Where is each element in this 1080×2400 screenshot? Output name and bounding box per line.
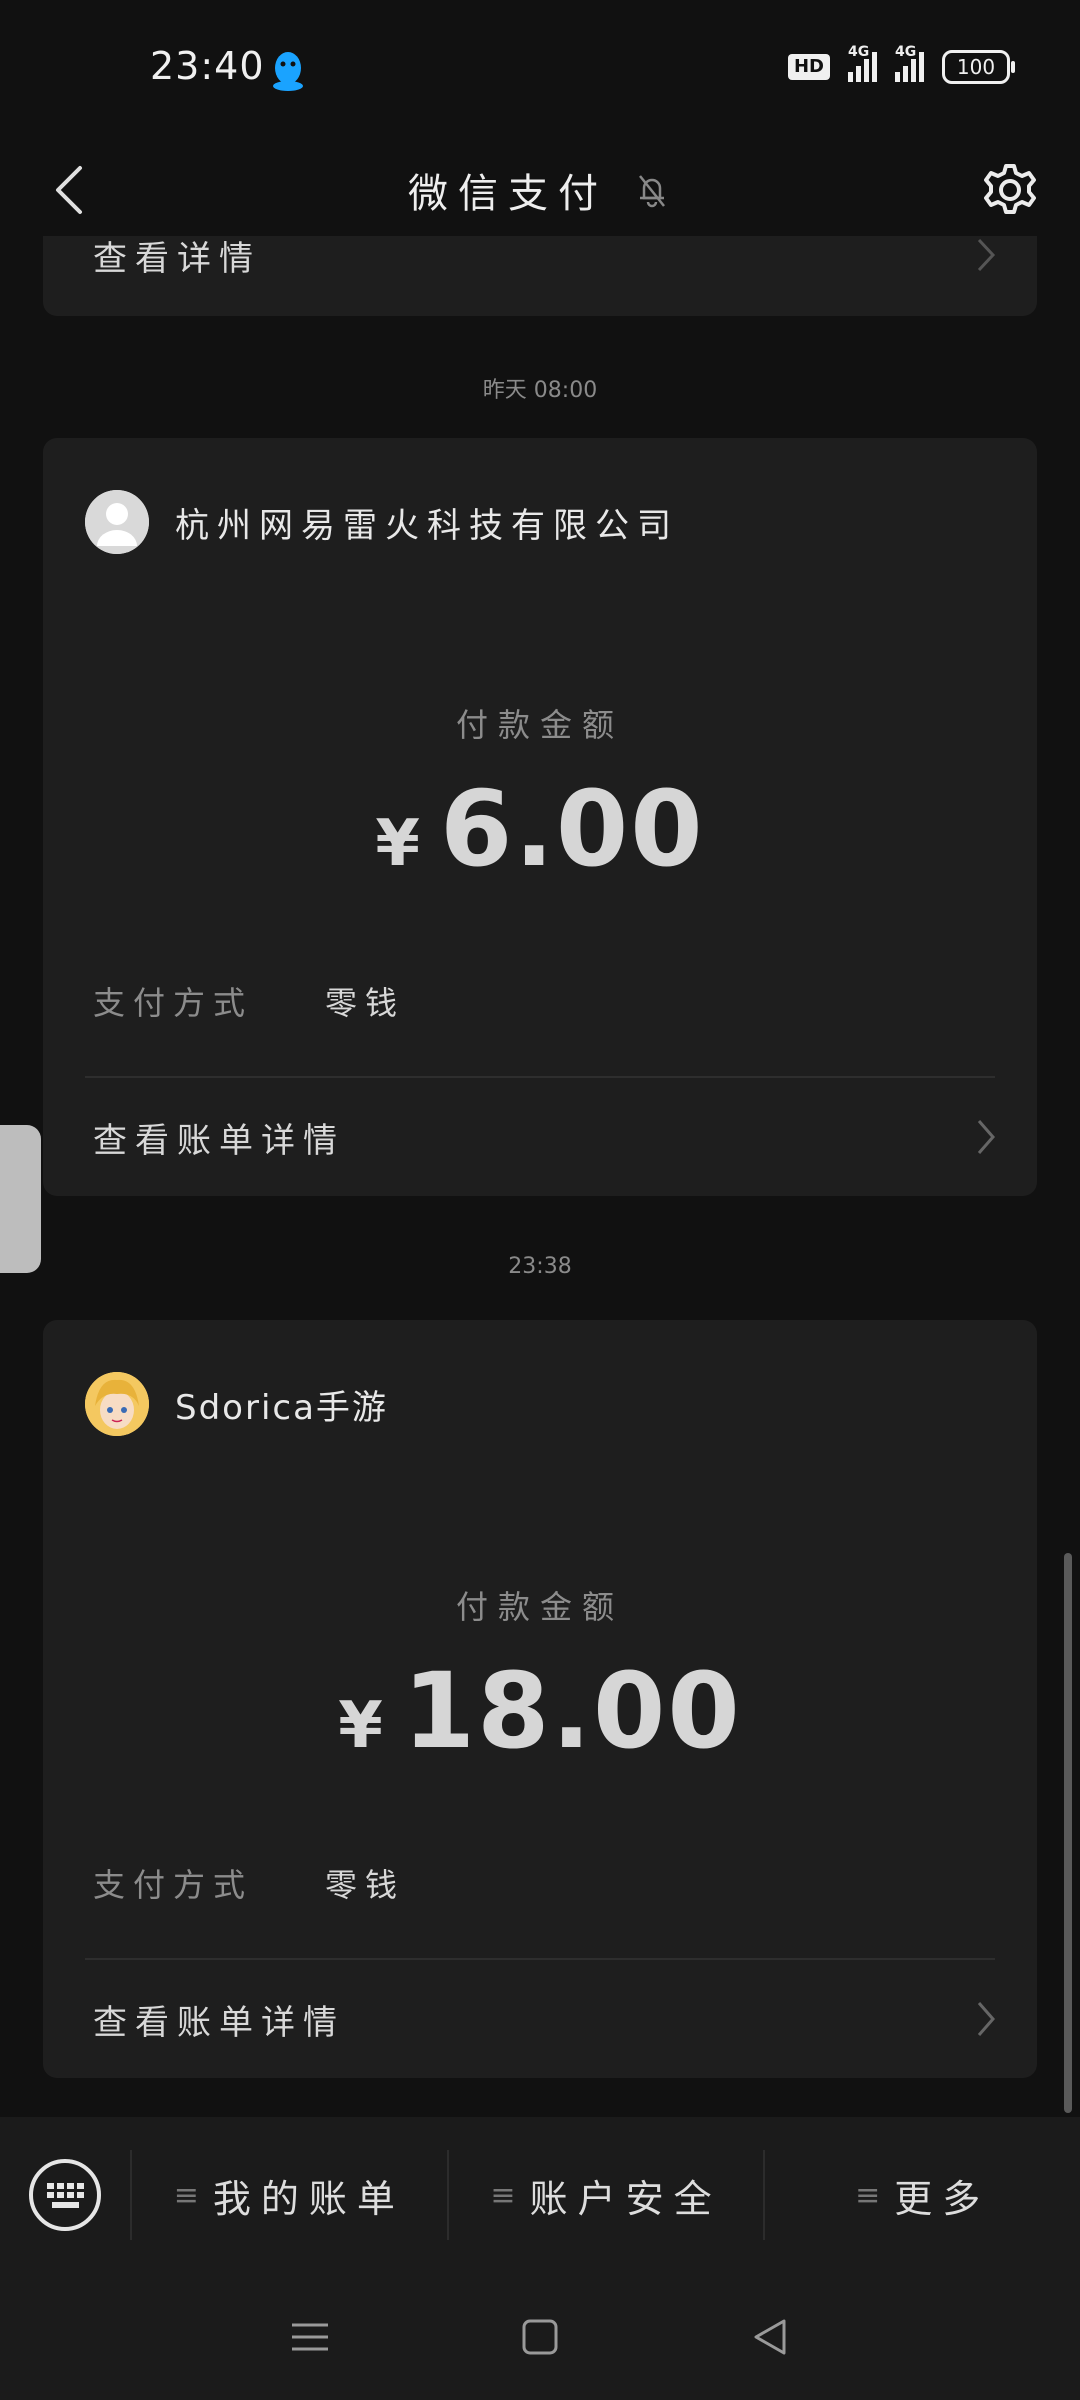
menu-more[interactable]: ≡ 更多 xyxy=(765,2117,1080,2273)
menu-account-security[interactable]: ≡ 账户安全 xyxy=(449,2117,764,2273)
default-user-icon xyxy=(85,490,149,554)
signal-type-label: 4G xyxy=(848,44,870,60)
game-character-avatar-icon xyxy=(85,1372,149,1436)
hd-badge: HD xyxy=(787,54,830,80)
signal-strength-icon: 4G xyxy=(895,44,924,82)
status-indicators: HD 4G 4G 100 xyxy=(787,44,1015,84)
payment-method-key: 支付方式 xyxy=(93,984,254,1022)
menu-icon xyxy=(292,2323,328,2350)
nav-back-button[interactable] xyxy=(740,2307,800,2367)
menu-item-label: 我的账单 xyxy=(212,2176,405,2221)
amount-label: 付款金额 xyxy=(455,1588,624,1626)
hamburger-icon: ≡ xyxy=(490,2177,516,2213)
menu-item-label: 更多 xyxy=(894,2176,991,2221)
view-bill-detail-label: 查看账单详情 xyxy=(93,1120,345,1161)
view-bill-detail-row[interactable]: 查看账单详情 xyxy=(93,1078,997,1196)
payment-amount: ¥ 6.00 xyxy=(43,768,1037,890)
triangle-back-icon xyxy=(754,2319,786,2354)
square-icon xyxy=(522,2319,558,2354)
amount-value: 18.00 xyxy=(402,1650,742,1772)
page-title: 微信支付 xyxy=(408,171,608,217)
nav-recents-button[interactable] xyxy=(280,2307,340,2367)
payment-amount: ¥ 18.00 xyxy=(43,1650,1037,1772)
status-bar: 23:40 HD 4G 4G 100 xyxy=(0,0,1080,140)
currency-symbol: ¥ xyxy=(375,807,420,881)
settings-button[interactable] xyxy=(970,150,1050,230)
payment-method-value: 零钱 xyxy=(325,984,406,1022)
payment-method-key: 支付方式 xyxy=(93,1866,254,1904)
service-menu-bar: ≡ 我的账单 ≡ 账户安全 ≡ 更多 xyxy=(0,2117,1080,2273)
merchant-header: 杭州网易雷火科技有限公司 xyxy=(85,490,679,554)
message-timestamp: 昨天 08:00 xyxy=(482,378,598,403)
previous-transaction-card[interactable]: 查看详情 xyxy=(43,236,1037,316)
battery-icon: 100 xyxy=(942,50,1015,84)
view-detail-label: 查看详情 xyxy=(93,238,261,279)
keyboard-icon xyxy=(29,2159,101,2231)
battery-level: 100 xyxy=(956,55,996,79)
amount-value: 6.00 xyxy=(439,768,705,890)
signal-type-label: 4G xyxy=(895,44,917,60)
chevron-right-icon xyxy=(977,238,996,272)
system-nav-bar xyxy=(0,2273,1080,2400)
transaction-card[interactable]: 杭州网易雷火科技有限公司 付款金额 ¥ 6.00 支付方式 零钱 查看账单详情 xyxy=(43,438,1037,1196)
view-bill-detail-label: 查看账单详情 xyxy=(93,2002,345,2043)
view-bill-detail-row[interactable]: 查看账单详情 xyxy=(93,1960,997,2078)
chevron-right-icon xyxy=(977,2002,995,2036)
status-time: 23:40 xyxy=(150,44,265,88)
menu-item-label: 账户安全 xyxy=(529,2176,722,2221)
chevron-right-icon xyxy=(977,1120,995,1154)
transaction-card[interactable]: Sdorica手游 付款金额 ¥ 18.00 支付方式 零钱 查看账单详情 xyxy=(43,1320,1037,2078)
keyboard-toggle-button[interactable] xyxy=(0,2117,130,2273)
payment-method-row: 支付方式 零钱 xyxy=(93,1860,405,1906)
message-timestamp: 23:38 xyxy=(508,1254,572,1279)
menu-my-bills[interactable]: ≡ 我的账单 xyxy=(132,2117,447,2273)
floating-side-handle[interactable] xyxy=(0,1125,41,1273)
hamburger-icon: ≡ xyxy=(173,2177,199,2213)
signal-strength-icon: 4G xyxy=(848,44,877,82)
currency-symbol: ¥ xyxy=(338,1689,383,1763)
payment-method-row: 支付方式 零钱 xyxy=(93,978,405,1024)
chat-header: 微信支付 xyxy=(0,140,1080,240)
hamburger-icon: ≡ xyxy=(855,2177,881,2213)
header-title-group: 微信支付 xyxy=(0,140,1080,240)
avatar xyxy=(85,490,149,554)
gear-icon xyxy=(984,164,1036,214)
amount-label: 付款金额 xyxy=(455,706,624,744)
merchant-name: Sdorica手游 xyxy=(175,1387,388,1428)
view-detail-row[interactable]: 查看详情 xyxy=(93,236,997,279)
merchant-header: Sdorica手游 xyxy=(85,1372,388,1436)
nav-home-button[interactable] xyxy=(510,2307,570,2367)
scrollbar[interactable] xyxy=(1064,1553,1072,2113)
merchant-name: 杭州网易雷火科技有限公司 xyxy=(175,505,679,546)
qq-penguin-icon xyxy=(270,50,306,96)
payment-method-value: 零钱 xyxy=(325,1866,406,1904)
avatar xyxy=(85,1372,149,1436)
bell-off-icon xyxy=(639,175,665,208)
